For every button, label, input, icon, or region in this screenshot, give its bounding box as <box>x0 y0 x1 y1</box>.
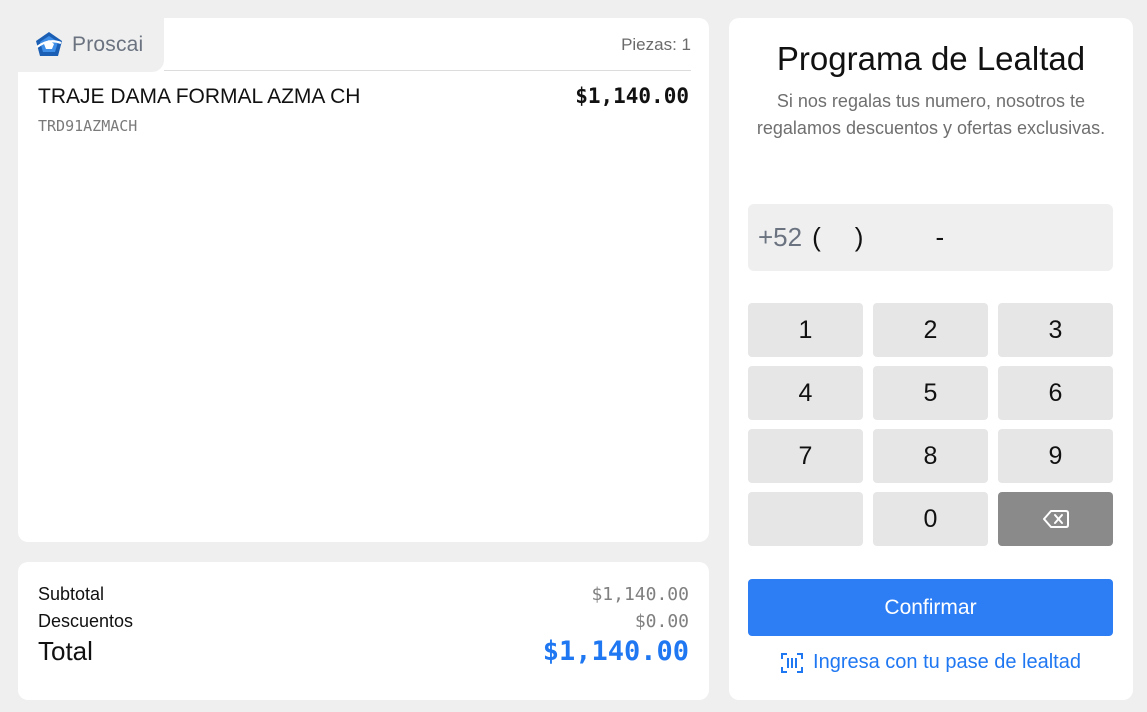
loyalty-pass-label: Ingresa con tu pase de lealtad <box>813 651 1081 673</box>
key-blank <box>748 492 863 546</box>
confirm-button[interactable]: Confirmar <box>748 579 1113 636</box>
phone-dash: - <box>935 222 945 252</box>
country-code: +52 <box>758 222 803 252</box>
key-1[interactable]: 1 <box>748 303 863 357</box>
subtotal-row: Subtotal $1,140.00 <box>38 584 689 605</box>
subtotal-label: Subtotal <box>38 584 105 604</box>
item-name: TRAJE DAMA FORMAL AZMA CH <box>38 85 361 108</box>
key-0[interactable]: 0 <box>873 492 988 546</box>
brand-logo: Proscai <box>18 18 164 72</box>
receipt-panel: Piezas: 1 TRAJE DAMA FORMAL AZMA CH $1,1… <box>18 18 709 542</box>
phone-close-paren: ) <box>854 222 864 252</box>
key-3[interactable]: 3 <box>998 303 1113 357</box>
total-row: Total $1,140.00 <box>38 636 689 667</box>
backspace-button[interactable] <box>998 492 1113 546</box>
key-9[interactable]: 9 <box>998 429 1113 483</box>
loyalty-panel: Programa de Lealtad Si nos regalas tus n… <box>729 18 1133 700</box>
discounts-row: Descuentos $0.00 <box>38 611 689 632</box>
proscai-logo-icon <box>36 32 62 56</box>
discounts-label: Descuentos <box>38 611 134 631</box>
key-7[interactable]: 7 <box>748 429 863 483</box>
key-8[interactable]: 8 <box>873 429 988 483</box>
key-4[interactable]: 4 <box>748 366 863 420</box>
numeric-keypad: 1 2 3 4 5 6 7 8 9 0 <box>748 303 1113 546</box>
item-price: $1,140.00 <box>575 84 689 108</box>
loyalty-pass-link[interactable]: Ingresa con tu pase de lealtad <box>729 651 1133 674</box>
phone-open-paren: ( <box>812 222 821 252</box>
key-5[interactable]: 5 <box>873 366 988 420</box>
item-sku: TRD91AZMACH <box>38 117 138 135</box>
pieces-count: Piezas: 1 <box>621 35 691 54</box>
discounts-value: $0.00 <box>634 611 689 632</box>
brand-name: Proscai <box>72 33 144 56</box>
loyalty-title: Programa de Lealtad <box>776 40 1086 77</box>
backspace-icon <box>1042 510 1069 528</box>
phone-input[interactable]: +52 ( ) - <box>748 204 1113 271</box>
subtotal-value: $1,140.00 <box>591 584 689 605</box>
line-item[interactable]: TRAJE DAMA FORMAL AZMA CH $1,140.00 TRD9… <box>38 84 689 135</box>
total-value: $1,140.00 <box>542 636 689 667</box>
key-6[interactable]: 6 <box>998 366 1113 420</box>
loyalty-subtitle: Si nos regalas tus numero, nosotros te r… <box>756 91 1106 138</box>
totals-panel: Subtotal $1,140.00 Descuentos $0.00 Tota… <box>18 562 709 700</box>
total-label: Total <box>38 636 93 666</box>
key-2[interactable]: 2 <box>873 303 988 357</box>
barcode-scan-icon <box>781 652 804 673</box>
header-divider <box>164 70 691 71</box>
